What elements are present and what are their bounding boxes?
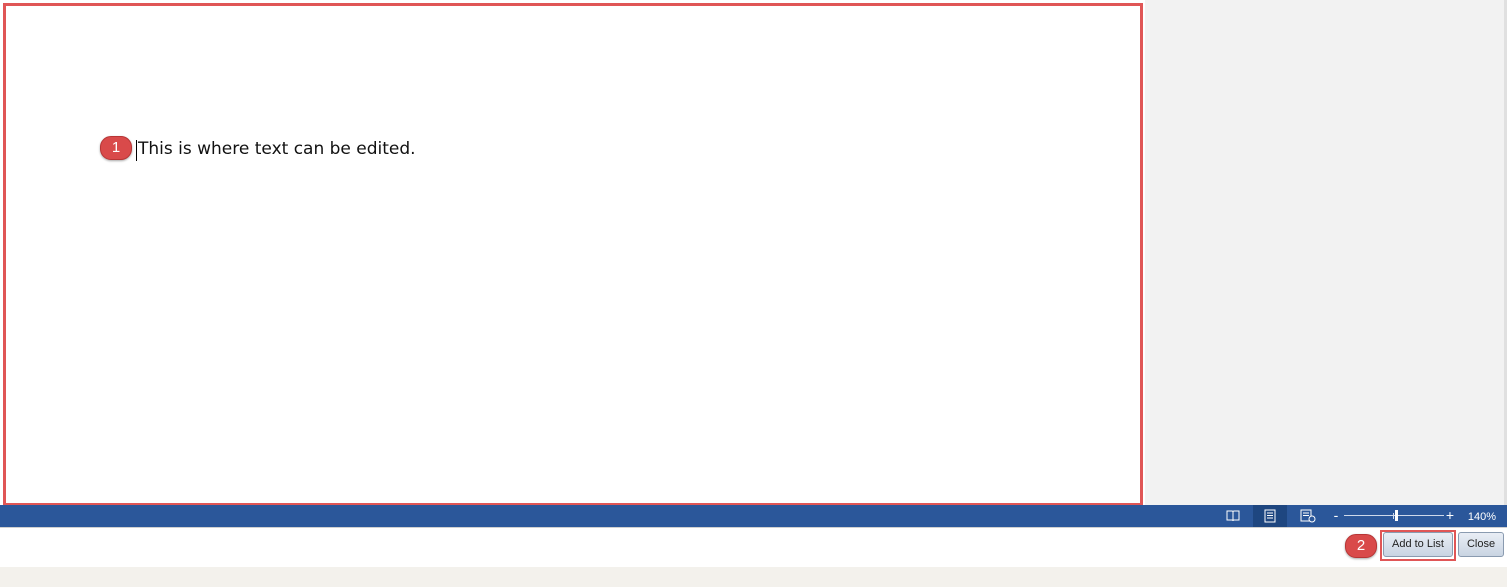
footer-background (0, 567, 1507, 587)
right-side-pane (1145, 0, 1507, 505)
close-button[interactable]: Close (1458, 532, 1504, 557)
zoom-in-button[interactable]: + (1444, 508, 1456, 524)
zoom-slider-center-mark (1393, 513, 1394, 519)
zoom-slider-thumb[interactable] (1395, 510, 1398, 521)
web-layout-icon[interactable] (1300, 508, 1316, 524)
dialog-button-bar (0, 527, 1507, 567)
callout-badge-2: 2 (1345, 534, 1377, 558)
read-mode-icon[interactable] (1225, 508, 1241, 524)
zoom-slider-track[interactable] (1344, 515, 1444, 516)
zoom-out-button[interactable]: - (1330, 508, 1342, 524)
status-bar: - + 140% (0, 505, 1507, 527)
print-layout-icon[interactable] (1253, 505, 1287, 527)
add-to-list-button[interactable]: Add to List (1383, 532, 1453, 557)
zoom-level-label[interactable]: 140% (1462, 509, 1502, 525)
editing-area-highlight (3, 3, 1143, 506)
callout-badge-1: 1 (100, 136, 132, 160)
